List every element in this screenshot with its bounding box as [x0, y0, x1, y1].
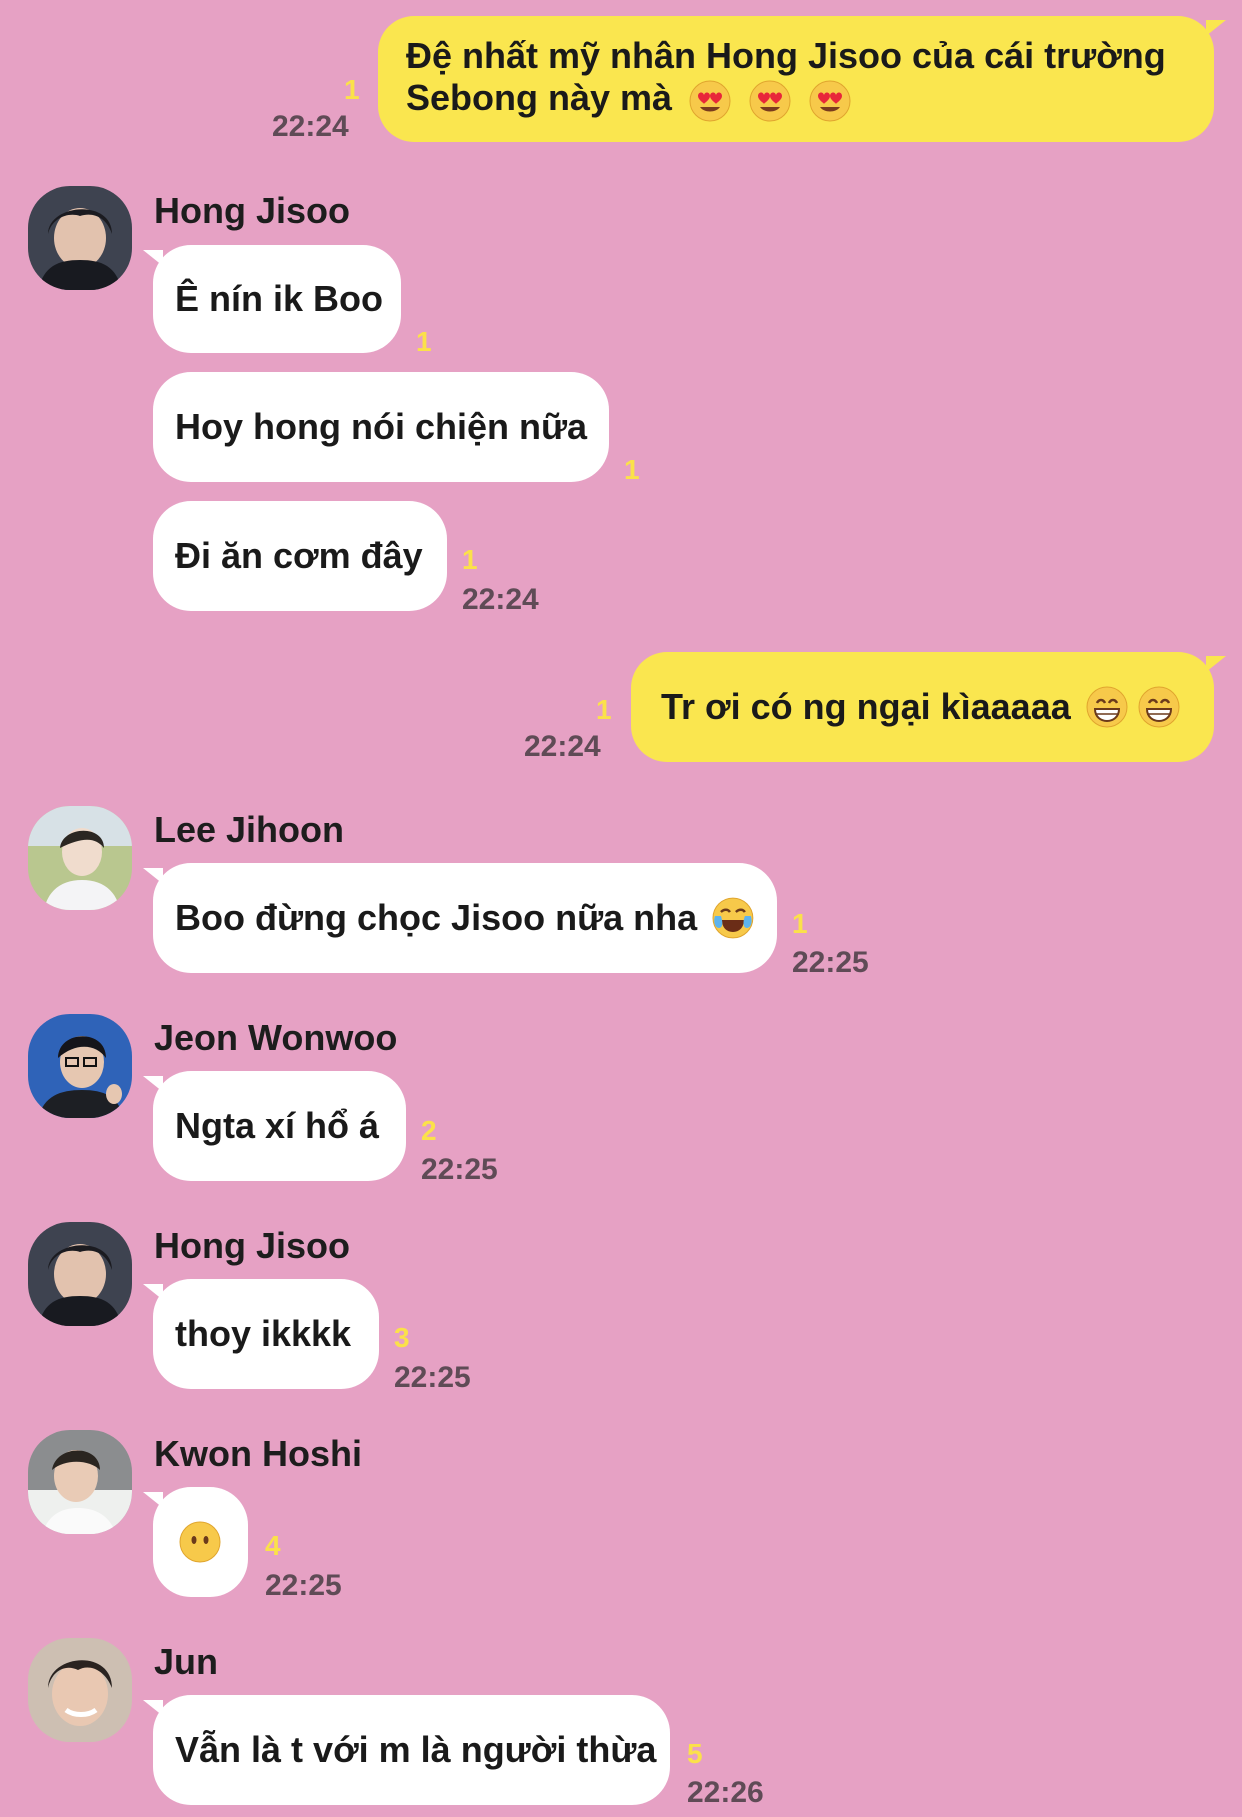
avatar-image [28, 806, 132, 910]
bubble-tail [143, 1700, 163, 1716]
sender-name: Hong Jisoo [154, 1225, 350, 1266]
avatar-hong-jisoo[interactable] [28, 186, 132, 290]
bubble-tail [143, 868, 163, 884]
incoming-message-bubble[interactable]: Vẫn là t với m là người thừa [153, 1695, 670, 1805]
bubble-tail [143, 250, 163, 266]
grin-icon [1086, 686, 1128, 728]
avatar-image [28, 186, 132, 290]
outgoing-message-bubble[interactable]: Đệ nhất mỹ nhân Hong Jisoo của cái trườn… [378, 16, 1214, 142]
avatar-lee-jihoon[interactable] [28, 806, 132, 910]
sender-name: Jeon Wonwoo [154, 1017, 398, 1058]
bubble-tail [143, 1076, 163, 1092]
unread-count: 1 [596, 694, 612, 725]
avatar-image [28, 1222, 132, 1326]
message-time: 22:25 [265, 1569, 342, 1602]
avatar-hong-jisoo[interactable] [28, 1222, 132, 1326]
heart-eyes-icon [749, 80, 791, 122]
outgoing-message-bubble[interactable]: Tr ơi có ng ngại kìaaaaa [631, 652, 1214, 762]
message-text: Ê nín ik Boo [175, 278, 384, 319]
unread-count: 4 [265, 1530, 281, 1561]
avatar-image [28, 1430, 132, 1534]
incoming-message-bubble[interactable]: Đi ăn cơm đây [153, 501, 447, 611]
incoming-message-bubble[interactable]: Ngta xí hổ á [153, 1071, 406, 1181]
message-text: Ngta xí hổ á [175, 1105, 380, 1146]
message-text: Vẫn là t với m là người thừa [175, 1729, 657, 1770]
message-time: 22:24 [524, 730, 601, 763]
message-time: 22:24 [462, 583, 539, 616]
unread-count: 1 [344, 74, 360, 105]
message-text: Tr ơi có ng ngại kìaaaaa [661, 686, 1071, 727]
message-text: Hoy hong nói chiện nữa [175, 406, 588, 447]
sender-name: Kwon Hoshi [154, 1433, 362, 1474]
unread-count: 3 [394, 1322, 410, 1353]
avatar-jun[interactable] [28, 1638, 132, 1742]
message-time: 22:26 [687, 1776, 764, 1809]
unread-count: 1 [792, 908, 808, 939]
message-text-line: Sebong này mà [406, 77, 852, 122]
incoming-message-bubble[interactable]: Ê nín ik Boo [153, 245, 401, 353]
message-text: Đi ăn cơm đây [175, 535, 423, 576]
tears-of-joy-icon [712, 897, 754, 939]
message-text: thoy ikkkk [175, 1313, 352, 1354]
heart-eyes-icon [689, 80, 731, 122]
unread-count: 1 [624, 454, 640, 485]
sender-name: Lee Jihoon [154, 809, 345, 850]
message-text-line: Đệ nhất mỹ nhân Hong Jisoo của cái trườn… [406, 35, 1166, 77]
message-time: 22:25 [792, 946, 869, 979]
grin-icon [1138, 686, 1180, 728]
message-time: 22:24 [272, 110, 349, 143]
message-time: 22:25 [421, 1153, 498, 1186]
bubble-tail [143, 1284, 163, 1300]
incoming-message-bubble[interactable]: Hoy hong nói chiện nữa [153, 372, 609, 482]
no-mouth-face-icon [179, 1521, 221, 1563]
incoming-message-bubble[interactable]: Boo đừng chọc Jisoo nữa nha [153, 863, 777, 973]
incoming-message-bubble[interactable]: thoy ikkkk [153, 1279, 379, 1389]
bubble-tail [143, 1492, 163, 1508]
incoming-message-bubble[interactable] [153, 1487, 248, 1597]
avatar-image [28, 1014, 132, 1118]
bubble-tail [1206, 656, 1226, 672]
avatar-kwon-hoshi[interactable] [28, 1430, 132, 1534]
avatar-image [28, 1638, 132, 1742]
unread-count: 5 [687, 1738, 703, 1769]
message-time: 22:25 [394, 1361, 471, 1394]
chat-room: Đệ nhất mỹ nhân Hong Jisoo của cái trườn… [0, 0, 1242, 1817]
heart-eyes-icon [809, 80, 851, 122]
sender-name: Jun [154, 1641, 219, 1682]
avatar-jeon-wonwoo[interactable] [28, 1014, 132, 1118]
unread-count: 1 [462, 544, 478, 575]
sender-name: Hong Jisoo [154, 190, 350, 231]
unread-count: 2 [421, 1115, 437, 1146]
bubble-tail [1206, 20, 1226, 36]
message-text: Boo đừng chọc Jisoo nữa nha [175, 897, 698, 938]
unread-count: 1 [416, 326, 432, 357]
